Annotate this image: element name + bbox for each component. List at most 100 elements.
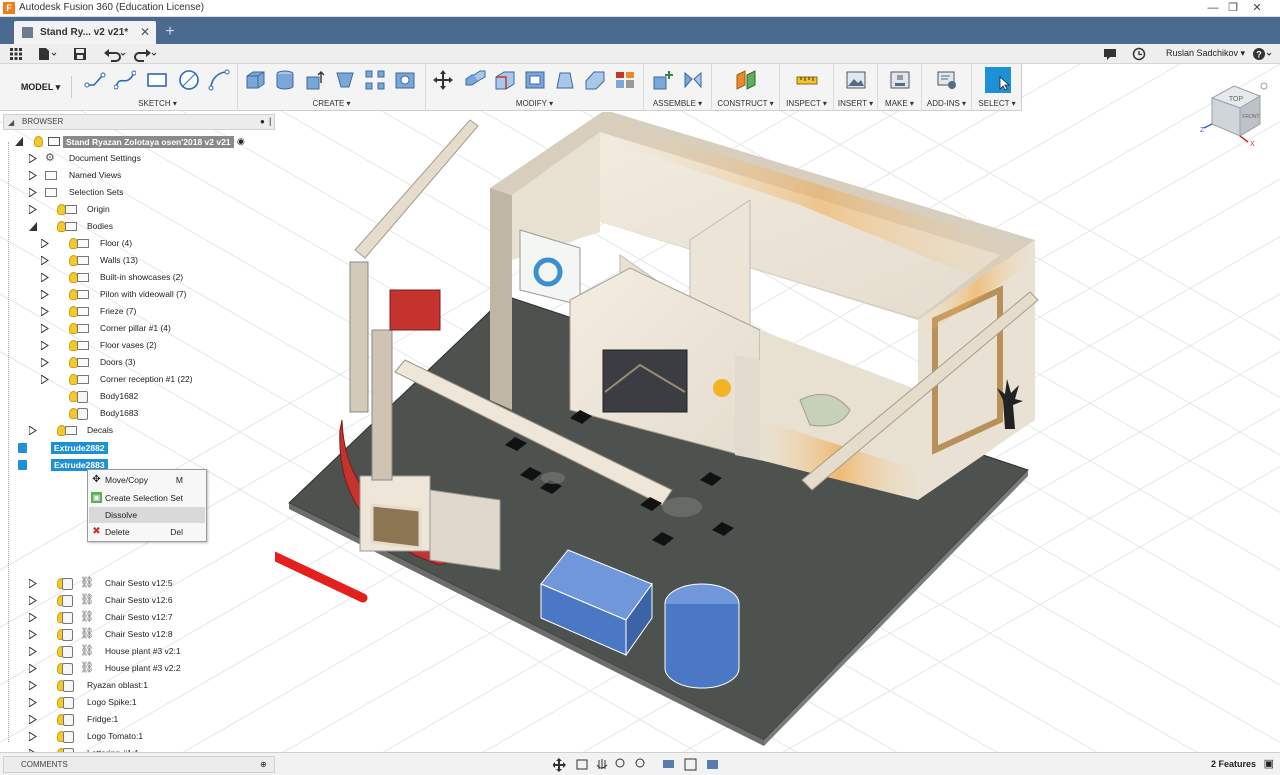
viewcube-front-label[interactable]: FRONT bbox=[1242, 114, 1259, 120]
chamfer-icon[interactable] bbox=[584, 69, 606, 91]
tree-row[interactable]: Frieze (7) bbox=[17, 304, 267, 320]
expand-triangle-icon[interactable] bbox=[29, 426, 37, 435]
tree-row[interactable]: Floor (4) bbox=[17, 236, 267, 252]
tree-row[interactable]: Logo Spike:1 bbox=[17, 695, 267, 711]
fit-zoom-icon[interactable] bbox=[635, 758, 645, 768]
appearance-icon[interactable] bbox=[614, 69, 636, 91]
move-icon[interactable] bbox=[432, 69, 454, 91]
cylinder-icon[interactable] bbox=[274, 69, 296, 91]
press-pull-icon[interactable] bbox=[304, 69, 326, 91]
tree-row[interactable]: Logo Tomato:1 bbox=[17, 729, 267, 745]
zoom-icon[interactable] bbox=[615, 758, 625, 768]
tree-row[interactable]: Doors (3) bbox=[17, 355, 267, 371]
expand-triangle-icon[interactable] bbox=[41, 256, 49, 265]
menu-item-dissolve[interactable]: Dissolve bbox=[89, 507, 205, 523]
browser-header[interactable]: ◢ BROWSER ● | bbox=[3, 114, 275, 130]
look-at-icon[interactable] bbox=[576, 759, 588, 770]
select-cursor-icon[interactable] bbox=[985, 67, 1011, 93]
rectangle-icon[interactable] bbox=[146, 69, 168, 91]
display-settings-icon[interactable] bbox=[663, 760, 674, 768]
collapse-triangle-icon[interactable] bbox=[29, 222, 37, 231]
home-view-icon[interactable] bbox=[1260, 82, 1268, 90]
tree-row[interactable]: ⛓ Chair Sesto v12:8 bbox=[17, 627, 267, 643]
arc-icon[interactable] bbox=[208, 69, 230, 91]
create-menu[interactable]: CREATE ▾ bbox=[238, 99, 425, 108]
tree-row[interactable]: Body1683 bbox=[17, 406, 267, 422]
tree-row[interactable]: Corner pillar #1 (4) bbox=[17, 321, 267, 337]
assemble-menu[interactable]: ASSEMBLE ▾ bbox=[644, 99, 711, 108]
orbit-icon[interactable] bbox=[553, 758, 566, 772]
expand-triangle-icon[interactable] bbox=[29, 596, 37, 605]
tree-row[interactable]: Extrude2882 bbox=[17, 440, 267, 456]
close-tab-icon[interactable]: ✕ bbox=[140, 25, 150, 39]
pattern-icon[interactable] bbox=[364, 69, 386, 91]
expand-triangle-icon[interactable] bbox=[41, 290, 49, 299]
expand-triangle-icon[interactable] bbox=[41, 358, 49, 367]
tree-row[interactable]: ⛓ Chair Sesto v12:5 bbox=[17, 576, 267, 592]
expand-triangle-icon[interactable] bbox=[29, 681, 37, 690]
draft-icon[interactable] bbox=[554, 69, 576, 91]
expand-triangle-icon[interactable] bbox=[29, 579, 37, 588]
redo-icon[interactable] bbox=[133, 46, 157, 62]
tree-row[interactable]: ⛓ Chair Sesto v12:7 bbox=[17, 610, 267, 626]
fillet-icon[interactable] bbox=[494, 69, 516, 91]
spline-icon[interactable] bbox=[114, 69, 136, 91]
expand-triangle-icon[interactable] bbox=[41, 341, 49, 350]
expand-triangle-icon[interactable] bbox=[29, 698, 37, 707]
measure-icon[interactable] bbox=[796, 69, 818, 91]
expand-triangle-icon[interactable] bbox=[29, 630, 37, 639]
help-icon[interactable]: ? bbox=[1252, 46, 1274, 62]
create-sketch-icon[interactable] bbox=[84, 69, 106, 91]
tree-row[interactable]: Corner reception #1 (22) bbox=[17, 372, 267, 388]
tree-row[interactable]: ⛓ House plant #3 v2:1 bbox=[17, 644, 267, 660]
data-panel-grid-icon[interactable] bbox=[9, 46, 23, 62]
expand-triangle-icon[interactable] bbox=[29, 613, 37, 622]
addins-menu[interactable]: ADD-INS ▾ bbox=[922, 99, 971, 108]
3d-viewport[interactable] bbox=[275, 112, 1280, 752]
tree-row[interactable]: ⛓ Chair Sesto v12:6 bbox=[17, 593, 267, 609]
view-cube[interactable]: TOP FRONT Z X bbox=[1198, 80, 1270, 152]
workspace-switcher[interactable]: MODEL ▾ bbox=[10, 76, 72, 98]
menu-item-delete[interactable]: ✖ Delete Del bbox=[89, 524, 205, 540]
browser-root-component[interactable]: Stand Ryazan Zolotaya osen'2018 v2 v21 ◉ bbox=[13, 134, 273, 150]
shell-icon[interactable] bbox=[524, 69, 546, 91]
file-menu-icon[interactable] bbox=[37, 46, 57, 62]
circle-icon[interactable] bbox=[178, 69, 200, 91]
tree-row[interactable]: Origin bbox=[17, 202, 267, 218]
expand-triangle-icon[interactable] bbox=[41, 375, 49, 384]
tree-row[interactable]: Named Views bbox=[17, 168, 267, 184]
expand-triangle-icon[interactable] bbox=[29, 171, 37, 180]
joint-icon[interactable] bbox=[682, 69, 704, 91]
tree-row[interactable]: Fridge:1 bbox=[17, 712, 267, 728]
menu-item-create-selection-set[interactable]: ▣ Create Selection Set bbox=[89, 490, 205, 506]
tree-row[interactable]: Decals bbox=[17, 423, 267, 439]
comment-notifications-icon[interactable] bbox=[1103, 46, 1117, 62]
construct-menu[interactable]: CONSTRUCT ▾ bbox=[712, 99, 779, 108]
tree-row[interactable]: Ryazan oblast:1 bbox=[17, 678, 267, 694]
expand-triangle-icon[interactable] bbox=[41, 239, 49, 248]
selection-filter-icon[interactable]: ▣ bbox=[1264, 757, 1274, 770]
tree-row[interactable]: Built-in showcases (2) bbox=[17, 270, 267, 286]
inspect-menu[interactable]: INSPECT ▾ bbox=[780, 99, 833, 108]
tree-row[interactable]: Selection Sets bbox=[17, 185, 267, 201]
user-account-menu[interactable]: Ruslan Sadchikov ▾ bbox=[1166, 48, 1245, 59]
viewcube-top-label[interactable]: TOP bbox=[1229, 96, 1244, 103]
press-pull-modify-icon[interactable] bbox=[464, 69, 486, 91]
new-component-icon[interactable] bbox=[652, 69, 674, 91]
expand-triangle-icon[interactable] bbox=[41, 324, 49, 333]
job-status-clock-icon[interactable] bbox=[1132, 46, 1146, 62]
modify-menu[interactable]: MODIFY ▾ bbox=[426, 99, 643, 108]
extrude-icon[interactable] bbox=[244, 69, 266, 91]
revolve-icon[interactable] bbox=[334, 69, 356, 91]
pan-hand-icon[interactable] bbox=[596, 759, 608, 769]
pin-icon[interactable]: ● bbox=[260, 117, 265, 126]
tree-row[interactable]: Pilon with videowall (7) bbox=[17, 287, 267, 303]
tree-row[interactable]: Floor vases (2) bbox=[17, 338, 267, 354]
scripts-addins-icon[interactable] bbox=[936, 69, 958, 91]
offset-plane-icon[interactable] bbox=[735, 69, 757, 91]
expand-triangle-icon[interactable] bbox=[29, 205, 37, 214]
expand-triangle-icon[interactable] bbox=[41, 307, 49, 316]
expand-triangle-icon[interactable] bbox=[29, 664, 37, 673]
tree-row[interactable]: Body1682 bbox=[17, 389, 267, 405]
menu-item-move-copy[interactable]: ✥ Move/Copy M bbox=[89, 472, 205, 488]
